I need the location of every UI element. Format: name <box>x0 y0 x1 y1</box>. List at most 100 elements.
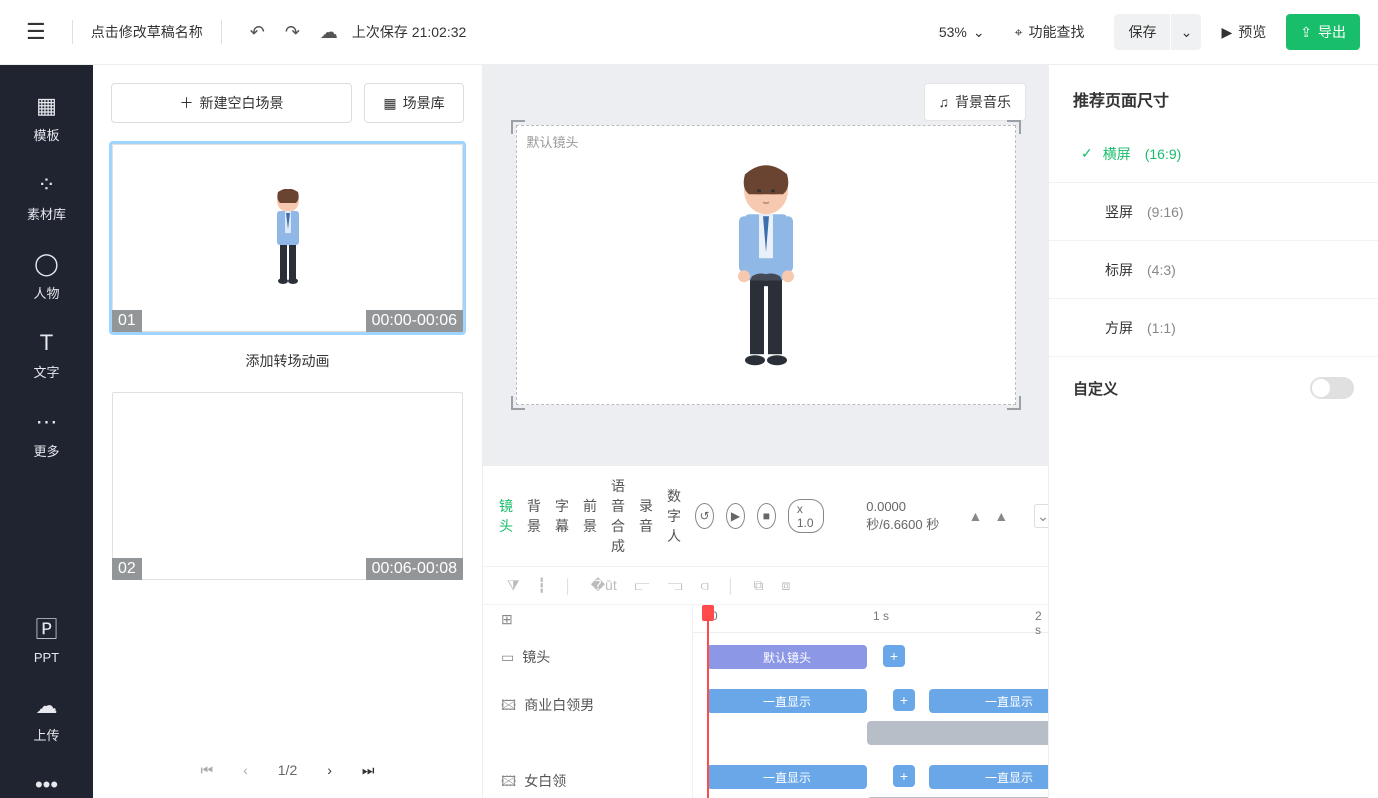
size-opt-portrait[interactable]: 竖屏 (9:16) <box>1049 183 1378 241</box>
filter-icon[interactable]: ⧩ <box>507 577 520 594</box>
tl-play-icon[interactable]: ▶ <box>726 503 745 529</box>
scene-thumb <box>112 392 463 580</box>
zoom-level[interactable]: 53% ⌄ <box>939 24 985 41</box>
sidebar-more[interactable]: ⋯更多 <box>33 409 59 460</box>
upload-icon: ☁ <box>35 693 57 719</box>
scene-pager: ⏮ ‹ 1/2 › ⏭ <box>93 742 482 798</box>
tab-record[interactable]: 录音 <box>639 496 653 536</box>
cloud-sync-icon[interactable]: ☁ <box>310 16 348 49</box>
templates-icon: ▦ <box>36 93 57 119</box>
add-transition[interactable]: 添加转场动画 <box>109 351 466 371</box>
pager-prev-icon[interactable]: ‹ <box>243 762 248 778</box>
track-label-female[interactable]: 🖾女白领 <box>483 757 692 798</box>
save-button-group: 保存 ⌄ <box>1114 14 1201 50</box>
ruler-tick: 1 s <box>873 609 889 623</box>
assets-icon: ⁘ <box>37 172 55 198</box>
save-dropdown[interactable]: ⌄ <box>1171 14 1201 50</box>
tab-shot[interactable]: 镜头 <box>499 496 513 536</box>
clip-talk-smile[interactable]: 说话.微笑.摊右手 <box>867 721 1048 745</box>
feature-find-label: 功能查找 <box>1028 22 1084 42</box>
tl-zoom-in-icon[interactable]: ▲ <box>994 508 1008 524</box>
track-shot[interactable]: 默认镜头 + <box>693 633 1048 681</box>
divider <box>72 20 73 44</box>
custom-size-toggle[interactable] <box>1310 377 1354 399</box>
clip-always-show[interactable]: 一直显示 <box>707 765 867 789</box>
align-top-icon[interactable]: ⫏ <box>701 577 709 594</box>
tree-icon[interactable]: ┇ <box>538 577 546 594</box>
clip-default-shot[interactable]: 默认镜头 <box>707 645 867 669</box>
scene-time: 00:00-00:06 <box>366 310 463 332</box>
timeline-track-labels: ⊞ ▭镜头 🖾商业白领男 🖾女白领 <box>483 605 693 798</box>
tab-background[interactable]: 背景 <box>527 496 541 536</box>
grid-icon[interactable]: ⊞ <box>501 611 513 628</box>
sidebar-overflow[interactable]: ••• <box>35 772 58 798</box>
timeline-tracks[interactable]: 0 1 s 2 s 3 s 4 s 默认镜头 + 一直显示 + 一直显示 <box>693 605 1048 798</box>
tl-stop-icon[interactable]: ■ <box>757 503 776 529</box>
distribute-h-icon[interactable]: ⧉ <box>753 577 763 594</box>
zoom-value: 53% <box>939 24 967 40</box>
sidebar-text[interactable]: T文字 <box>33 330 59 381</box>
sidebar-upload[interactable]: ☁上传 <box>33 693 59 744</box>
tab-foreground[interactable]: 前景 <box>583 496 597 536</box>
clip-add-button[interactable]: + <box>893 765 915 787</box>
new-blank-scene-button[interactable]: ＋新建空白场景 <box>111 83 352 123</box>
custom-size-label: 自定义 <box>1073 378 1118 399</box>
character-thumb <box>268 189 308 287</box>
timeline-align-tools: ⧩ ┇ │ �ūt ⫍ ⫎ ⫏ │ ⧉ ⧈ <box>483 567 1048 605</box>
track-label-male[interactable]: 🖾商业白领男 <box>483 681 692 757</box>
clip-add-button[interactable]: + <box>883 645 905 667</box>
menu-icon[interactable]: ☰ <box>18 15 54 49</box>
scene-library-button[interactable]: ▦场景库 <box>364 83 464 123</box>
sidebar-templates[interactable]: ▦模板 <box>33 93 59 144</box>
sidebar-character[interactable]: ◯人物 <box>33 251 59 302</box>
scene-panel: ＋新建空白场景 ▦场景库 01 00:00-00:06 添加转场动画 02 00… <box>93 65 483 798</box>
tab-subtitle[interactable]: 字幕 <box>555 496 569 536</box>
clip-always-show[interactable]: 一直显示 <box>707 689 867 713</box>
canvas[interactable]: 默认镜头 <box>516 125 1016 405</box>
export-button[interactable]: ⇪ 导出 <box>1286 14 1360 50</box>
tl-speed[interactable]: x 1.0 <box>788 499 824 533</box>
tab-avatar[interactable]: 数字人 <box>667 486 681 546</box>
redo-icon[interactable]: ↷ <box>275 16 310 49</box>
clip-always-show[interactable]: 一直显示 <box>929 765 1048 789</box>
size-opt-square[interactable]: 方屏 (1:1) <box>1049 299 1378 357</box>
character-canvas[interactable] <box>723 164 809 374</box>
timeline-ruler[interactable]: 0 1 s 2 s 3 s 4 s <box>693 605 1048 633</box>
track-label-shot[interactable]: ▭镜头 <box>483 633 692 681</box>
preview-button[interactable]: ▶ 预览 <box>1207 14 1280 50</box>
size-opt-standard[interactable]: 标屏 (4:3) <box>1049 241 1378 299</box>
rp-title: 推荐页面尺寸 <box>1049 87 1378 125</box>
tab-tts[interactable]: 语音合成 <box>611 476 625 556</box>
sidebar-ppt[interactable]: 🄿PPT <box>34 612 59 665</box>
size-opt-landscape[interactable]: ✓ 横屏 (16:9) <box>1049 125 1378 183</box>
align-center-icon[interactable]: ⫍ <box>635 577 650 594</box>
scene-time: 00:06-00:08 <box>366 558 463 580</box>
pager-next-icon[interactable]: › <box>327 762 332 778</box>
timeline-panel: 镜头 背景 字幕 前景 语音合成 录音 数字人 ↺ ▶ ■ x 1.0 0.00… <box>483 465 1048 798</box>
feature-find[interactable]: ⌖ 功能查找 <box>1015 22 1085 42</box>
tl-zoom-out-icon[interactable]: ▲ <box>968 508 982 524</box>
scene-number: 02 <box>112 558 142 580</box>
scene-card-1[interactable]: 01 00:00-00:06 <box>109 141 466 335</box>
track-female[interactable]: 一直显示 + 一直显示 说话无奈 <box>693 757 1048 798</box>
clip-add-button[interactable]: + <box>893 689 915 711</box>
shot-label: 默认镜头 <box>527 132 579 151</box>
undo-icon[interactable]: ↶ <box>240 16 275 49</box>
tl-rewind-icon[interactable]: ↺ <box>695 503 714 529</box>
playhead[interactable] <box>707 605 709 798</box>
image-icon: 🖾 <box>501 695 516 719</box>
distribute-v-icon[interactable]: ⧈ <box>781 577 790 594</box>
align-left-icon[interactable]: �ūt <box>591 577 617 594</box>
chevron-down-icon: ⌄ <box>973 24 985 41</box>
save-button[interactable]: 保存 <box>1114 14 1170 50</box>
clip-always-show[interactable]: 一直显示 <box>929 689 1048 713</box>
align-right-icon[interactable]: ⫎ <box>668 577 683 594</box>
pager-last-icon[interactable]: ⏭ <box>362 762 375 779</box>
dots-icon: ••• <box>35 772 58 798</box>
sidebar-assets[interactable]: ⁘素材库 <box>27 172 66 223</box>
bg-music-button[interactable]: ♫背景音乐 <box>924 83 1027 121</box>
scene-card-2[interactable]: 02 00:06-00:08 <box>109 389 466 583</box>
draft-name[interactable]: 点击修改草稿名称 <box>91 22 203 42</box>
pager-first-icon[interactable]: ⏮ <box>200 762 213 779</box>
track-male[interactable]: 一直显示 + 一直显示 说话.微笑.摊右手 <box>693 681 1048 757</box>
